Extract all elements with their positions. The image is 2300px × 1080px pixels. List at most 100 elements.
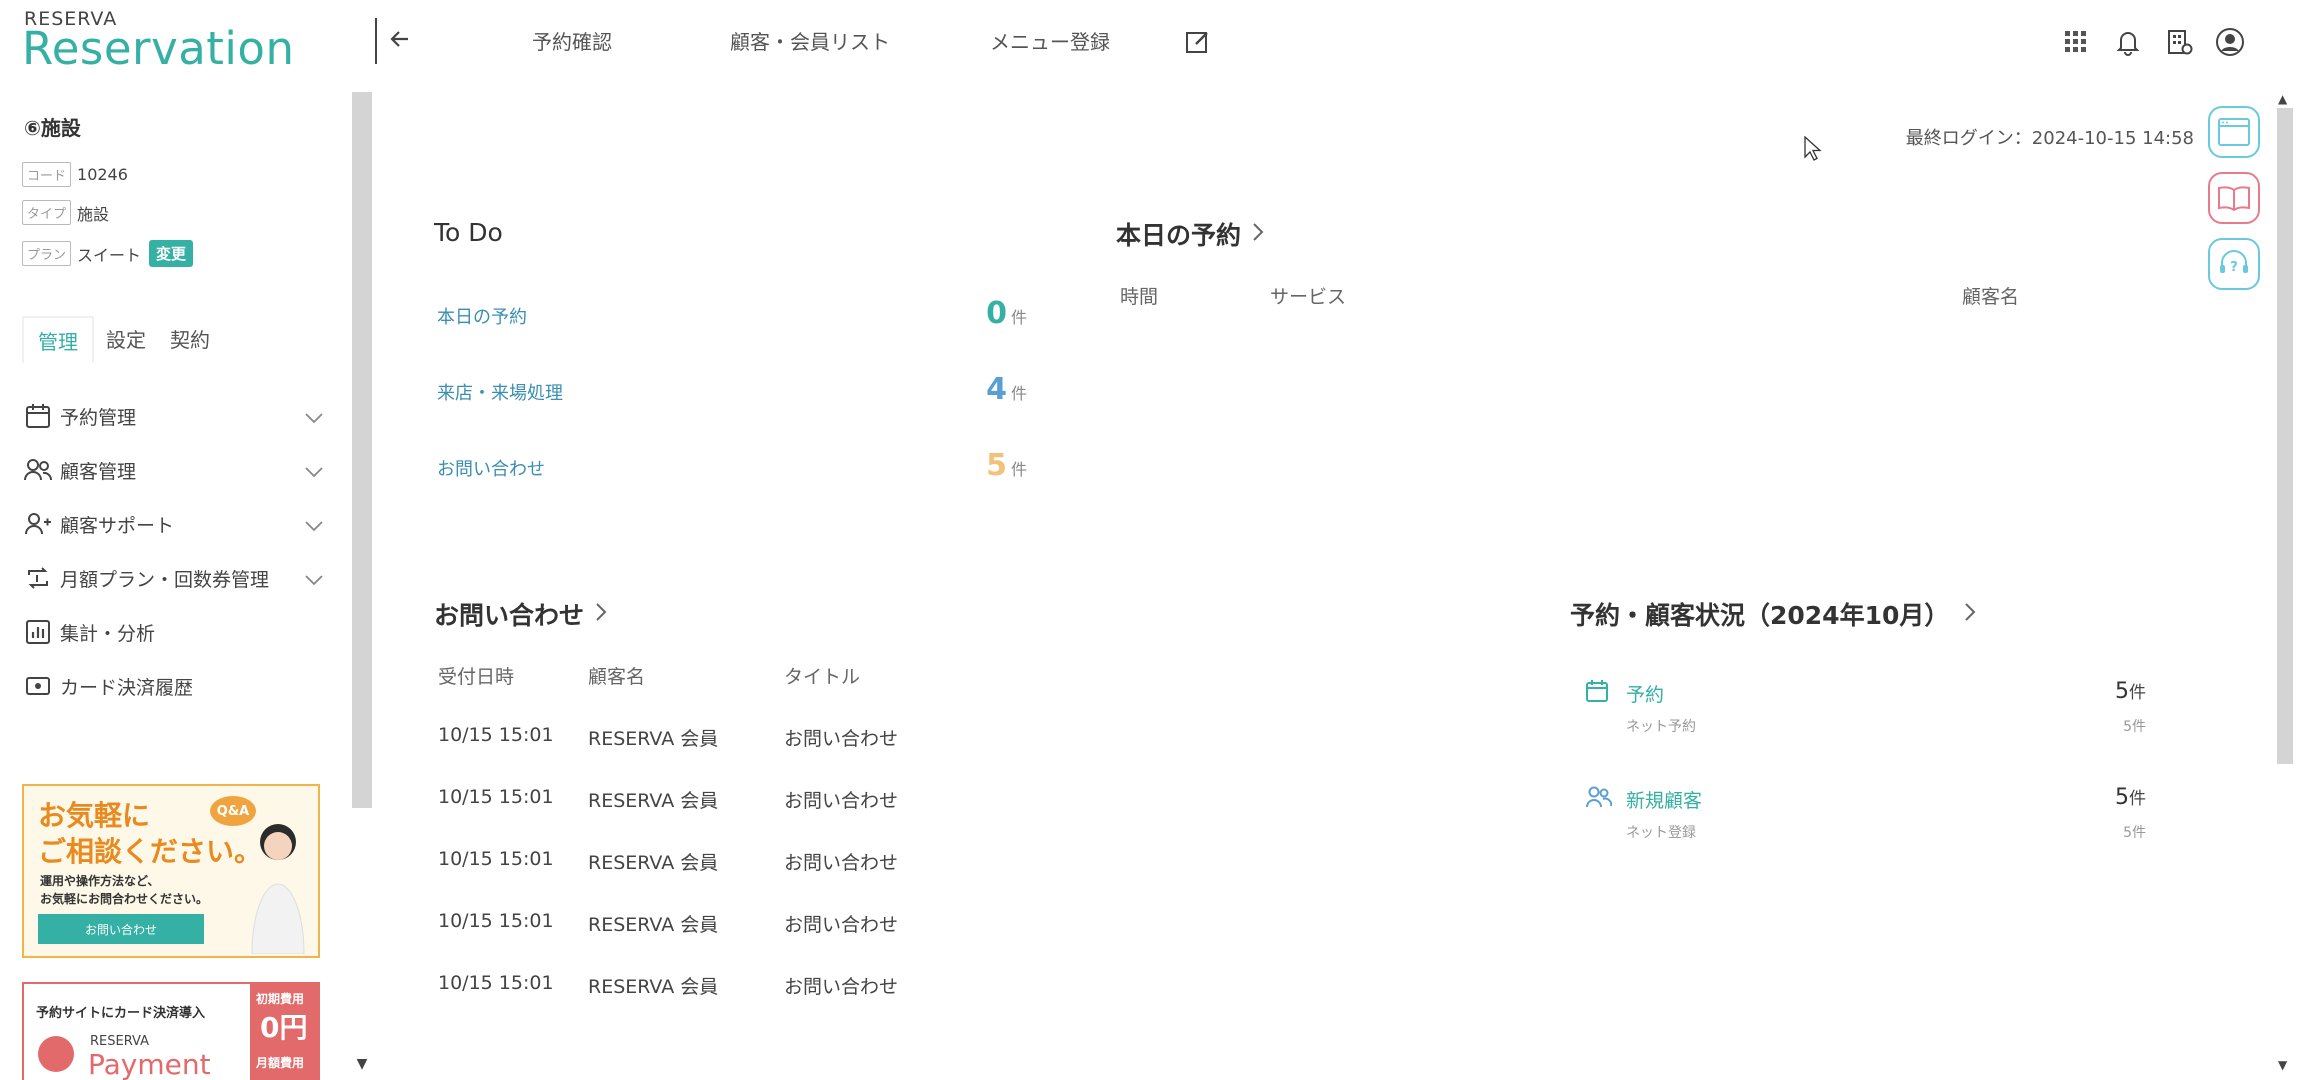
table-row[interactable]: 10/15 15:01 RESERVA 会員 お問い合わせ: [438, 972, 958, 1002]
cell-date: 10/15 15:01: [438, 724, 554, 746]
sidebar-item-plans[interactable]: 月額プラン・回数券管理: [24, 564, 324, 592]
info-label: プラン: [22, 241, 72, 266]
status-new-customers[interactable]: 新規顧客 ネット登録 5件 5件: [1586, 784, 2146, 844]
todo-label[interactable]: 来店・来場処理: [437, 379, 563, 405]
chevron-down-icon[interactable]: [304, 570, 324, 592]
card-icon: [24, 672, 52, 700]
sidebar-item-reservation[interactable]: 予約管理: [24, 402, 324, 430]
cell-title[interactable]: お問い合わせ: [784, 910, 898, 937]
monthly-status-link[interactable]: 予約・顧客状況（2024年10月）: [1570, 596, 1977, 632]
todo-inquiry-row[interactable]: お問い合わせ 5件: [437, 448, 1027, 483]
todo-today-row[interactable]: 本日の予約 0件: [437, 296, 1027, 331]
tab-manage[interactable]: 管理: [22, 316, 94, 363]
status-title: 予約・顧客状況（2024年10月）: [1570, 601, 1950, 630]
stat-count-unit: 件: [2129, 789, 2146, 809]
sidebar-scroll-down-icon[interactable]: ▼: [352, 1056, 372, 1074]
calendar-icon: [24, 402, 52, 430]
todo-count: 5: [986, 448, 1007, 483]
users-icon: [1586, 786, 1613, 812]
table-row[interactable]: 10/15 15:01 RESERVA 会員 お問い合わせ: [438, 910, 958, 940]
chevron-down-icon[interactable]: [304, 516, 324, 538]
banner-desc-2: お気軽にお問合わせください。: [40, 892, 209, 906]
sidebar-item-label: 月額プラン・回数券管理: [60, 568, 270, 591]
payment-banner[interactable]: 予約サイトにカード決済導入 RESERVA Payment 初期費用 0円 月額…: [22, 982, 320, 1080]
todo-unit: 件: [1010, 460, 1027, 479]
cell-title[interactable]: お問い合わせ: [784, 972, 898, 999]
page-scrollbar[interactable]: ▲ ▼: [2274, 88, 2296, 1080]
sidebar-scrollbar[interactable]: [352, 92, 372, 808]
user-plus-icon: [24, 510, 52, 538]
manual-book-icon[interactable]: [2208, 172, 2260, 224]
fee-initial-label: 初期費用: [256, 992, 305, 1006]
status-reservations[interactable]: 予約 ネット予約 5件 5件: [1586, 678, 2146, 738]
chevron-down-icon[interactable]: [304, 462, 324, 484]
apps-grid-icon[interactable]: [2058, 24, 2094, 60]
info-label: コード: [22, 162, 72, 187]
stat-label[interactable]: 新規顧客: [1626, 786, 1702, 813]
cell-customer: RESERVA 会員: [588, 728, 719, 750]
cell-customer: RESERVA 会員: [588, 852, 719, 874]
table-row[interactable]: 10/15 15:01 RESERVA 会員 お問い合わせ: [438, 724, 958, 754]
fee-panel: 初期費用 0円 月額費用: [250, 984, 320, 1080]
scroll-up-icon[interactable]: ▲: [2278, 92, 2287, 106]
account-icon[interactable]: [2212, 24, 2248, 60]
change-plan-button[interactable]: 変更: [149, 240, 194, 267]
info-type-row: タイプ 施設: [22, 200, 109, 225]
sidebar-item-label: 集計・分析: [60, 622, 156, 645]
support-headset-icon[interactable]: ?: [2208, 238, 2260, 290]
table-row[interactable]: 10/15 15:01 RESERVA 会員 お問い合わせ: [438, 786, 958, 816]
chevron-right-icon: [594, 600, 608, 629]
payment-card-icon: [38, 1036, 74, 1072]
scroll-thumb[interactable]: [2277, 108, 2293, 764]
table-row[interactable]: 10/15 15:01 RESERVA 会員 お問い合わせ: [438, 848, 958, 878]
cell-date: 10/15 15:01: [438, 786, 554, 808]
brand-logo[interactable]: Reservation: [22, 22, 294, 75]
window-icon[interactable]: [2208, 106, 2260, 158]
edit-icon[interactable]: [1180, 24, 1216, 60]
info-code-row: コード 10246: [22, 162, 128, 187]
stat-label[interactable]: 予約: [1626, 680, 1664, 707]
tab-contract[interactable]: 契約: [158, 316, 222, 363]
inquiries-link[interactable]: お問い合わせ: [434, 596, 608, 632]
chevron-down-icon[interactable]: [304, 408, 324, 430]
info-label: タイプ: [22, 200, 72, 225]
cell-title[interactable]: お問い合わせ: [784, 786, 898, 813]
stat-count-value: 5: [2115, 679, 2129, 704]
cell-date: 10/15 15:01: [438, 910, 554, 932]
sidebar-item-support[interactable]: 顧客サポート: [24, 510, 324, 538]
chevron-right-icon: [1963, 600, 1977, 629]
payment-banner-title: 予約サイトにカード決済導入: [36, 1006, 206, 1021]
building-settings-icon[interactable]: [2162, 24, 2198, 60]
sidebar-item-customers[interactable]: 顧客管理: [24, 456, 324, 484]
col-customer: 顧客名: [1962, 286, 2020, 308]
info-plan-row: プラン スイート 変更: [22, 240, 194, 267]
stat-sub-count-value: 5: [2123, 719, 2132, 735]
nav-reservation-check[interactable]: 予約確認: [532, 26, 612, 55]
cell-title[interactable]: お問い合わせ: [784, 848, 898, 875]
payment-brand: Payment: [88, 1048, 211, 1080]
todo-visit-row[interactable]: 来店・来場処理 4件: [437, 372, 1027, 407]
sidebar-item-analytics[interactable]: 集計・分析: [24, 618, 324, 646]
banner-desc-1: 運用や操作方法など、: [40, 874, 160, 888]
info-value: スイート: [77, 245, 142, 265]
scroll-down-icon[interactable]: ▼: [2278, 1058, 2287, 1072]
stat-sub-label: ネット予約: [1626, 719, 1696, 735]
bell-icon[interactable]: [2110, 24, 2146, 60]
back-arrow-icon[interactable]: [385, 24, 415, 54]
nav-customer-list[interactable]: 顧客・会員リスト: [730, 26, 890, 55]
stat-sub-count-unit: 件: [2132, 719, 2146, 735]
contact-banner[interactable]: お気軽に ご相談ください。 Q&A 運用や操作方法など、 お気軽にお問合わせくだ…: [22, 784, 320, 958]
today-reservations-link[interactable]: 本日の予約: [1116, 216, 1265, 252]
nav-menu-register[interactable]: メニュー登録: [990, 26, 1110, 55]
todo-label[interactable]: お問い合わせ: [437, 455, 545, 481]
stat-sub-label: ネット登録: [1626, 825, 1696, 841]
sidebar-item-card-history[interactable]: カード決済履歴: [24, 672, 324, 700]
col-received: 受付日時: [438, 666, 515, 688]
todo-label[interactable]: 本日の予約: [437, 303, 527, 329]
cell-customer: RESERVA 会員: [588, 976, 719, 998]
banner-contact-button[interactable]: お問い合わせ: [38, 914, 204, 944]
cell-title[interactable]: お問い合わせ: [784, 724, 898, 751]
stat-sub-count: 5件: [2123, 822, 2146, 842]
tab-settings[interactable]: 設定: [94, 316, 158, 363]
cell-customer: RESERVA 会員: [588, 914, 719, 936]
